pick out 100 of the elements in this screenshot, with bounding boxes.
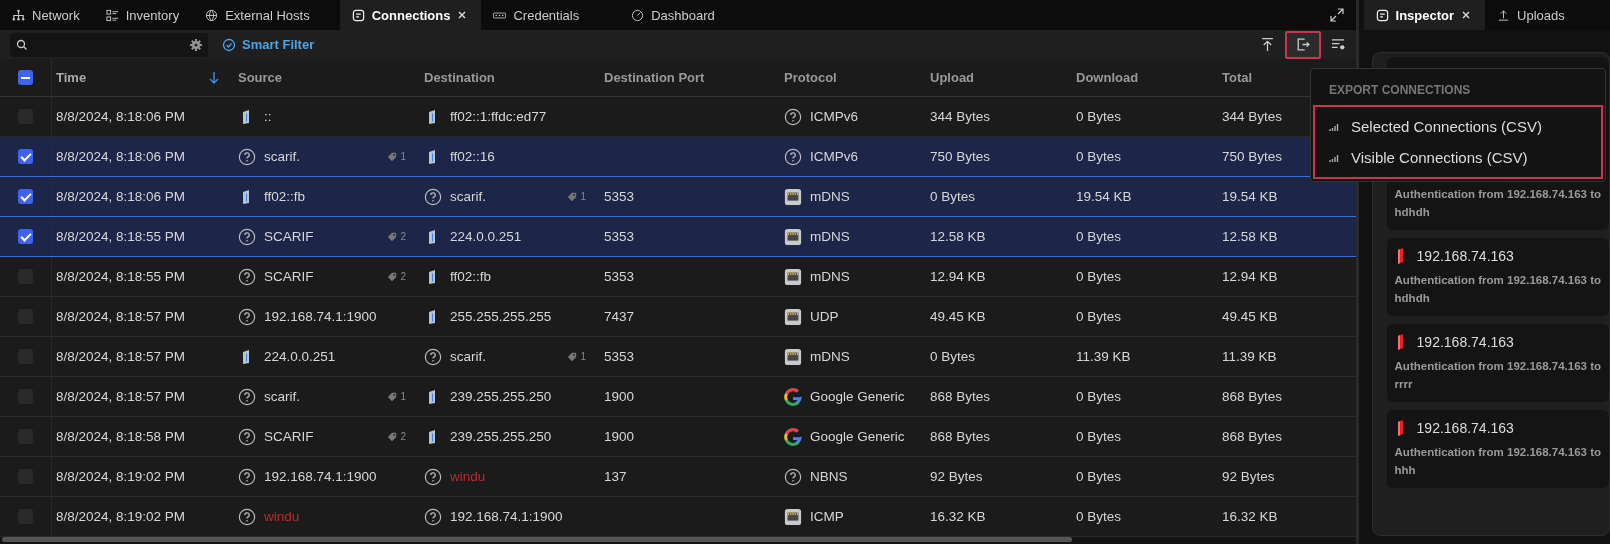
card-title: 192.168.74.163 bbox=[1416, 420, 1514, 436]
host-name: scarif. bbox=[264, 389, 301, 405]
export-button[interactable] bbox=[1284, 30, 1321, 59]
network-port-icon bbox=[784, 227, 802, 246]
table-cell: mDNS bbox=[810, 189, 850, 205]
google-g-icon bbox=[784, 427, 802, 446]
column-header[interactable]: Upload bbox=[930, 70, 975, 86]
tag-count: 1 bbox=[387, 151, 406, 163]
table-cell: 137 bbox=[604, 469, 627, 485]
table-cell: ICMPv6 bbox=[810, 149, 858, 165]
device-icon bbox=[427, 228, 437, 245]
tab[interactable]: Connections bbox=[339, 0, 482, 30]
gauge-icon bbox=[631, 8, 645, 22]
table-cell: 1900 bbox=[604, 389, 635, 405]
network-port-icon bbox=[784, 307, 802, 326]
host-name: :: bbox=[264, 109, 273, 125]
tab[interactable]: Inspector bbox=[1363, 0, 1486, 30]
table-cell: 8/8/2024, 8:18:57 PM bbox=[56, 349, 186, 365]
device-icon bbox=[427, 308, 437, 325]
question-icon bbox=[424, 347, 442, 366]
tab[interactable]: Credentials bbox=[481, 0, 620, 30]
question-icon bbox=[238, 427, 256, 446]
network-icon bbox=[12, 8, 25, 22]
tab[interactable]: Uploads bbox=[1485, 0, 1579, 30]
settings-icon[interactable] bbox=[190, 38, 202, 51]
device-icon bbox=[241, 348, 251, 365]
tag-count: 2 bbox=[387, 431, 406, 443]
menu-item[interactable]: Visible Connections (CSV) bbox=[1315, 142, 1601, 173]
device-icon bbox=[241, 108, 251, 125]
card-text: Authentication from 192.168.74.163 to bbox=[1394, 273, 1601, 288]
export-icon bbox=[1295, 37, 1311, 53]
table-cell: 12.58 KB bbox=[930, 229, 986, 245]
table-cell: 12.58 KB bbox=[1222, 229, 1278, 245]
scrollbar-thumb[interactable] bbox=[2, 537, 1072, 543]
column-header[interactable]: Source bbox=[238, 70, 283, 86]
tab[interactable]: External Hosts bbox=[193, 0, 340, 30]
table-cell: 8/8/2024, 8:18:57 PM bbox=[56, 309, 186, 325]
tag-count: 1 bbox=[387, 391, 406, 403]
google-g-icon bbox=[784, 387, 802, 406]
column-header[interactable]: Time bbox=[56, 70, 87, 86]
card-title: 192.168.74.163 bbox=[1416, 248, 1514, 264]
row-checkbox[interactable] bbox=[18, 229, 33, 245]
host-name: 192.168.74.1:1900 bbox=[450, 509, 564, 525]
table-cell: Google Generic bbox=[810, 429, 905, 445]
device-icon bbox=[427, 428, 437, 445]
table-cell: 0 Bytes bbox=[1076, 509, 1122, 525]
tag-count: 1 bbox=[567, 351, 586, 363]
network-port-icon bbox=[784, 507, 802, 526]
globe-icon bbox=[205, 8, 219, 22]
tab[interactable]: Dashboard bbox=[619, 0, 729, 30]
table-cell: 5353 bbox=[604, 269, 635, 285]
table-cell: mDNS bbox=[810, 229, 850, 245]
table-cell: 0 Bytes bbox=[1076, 109, 1122, 125]
host-name: scarif. bbox=[264, 149, 301, 165]
list-icon bbox=[105, 8, 119, 22]
table-cell: ICMPv6 bbox=[810, 109, 858, 125]
table-cell: 8/8/2024, 8:18:55 PM bbox=[56, 229, 186, 245]
column-header[interactable]: Destination Port bbox=[604, 70, 705, 86]
sort-descending-icon[interactable] bbox=[208, 70, 220, 85]
tab[interactable]: Inventory bbox=[93, 0, 194, 30]
table-cell: 0 Bytes bbox=[1076, 429, 1122, 445]
table-cell: 19.54 KB bbox=[1222, 189, 1278, 205]
column-header[interactable]: Destination bbox=[424, 70, 495, 86]
select-all-checkbox[interactable] bbox=[18, 70, 33, 86]
table-cell: 5353 bbox=[604, 349, 635, 365]
table-cell: NBNS bbox=[810, 469, 848, 485]
close-icon[interactable] bbox=[1461, 10, 1472, 20]
smart-filter-button[interactable]: Smart Filter bbox=[218, 37, 319, 53]
search-icon bbox=[16, 38, 28, 51]
column-header[interactable]: Total bbox=[1222, 70, 1253, 86]
row-checkbox[interactable] bbox=[18, 149, 33, 165]
row-checkbox[interactable] bbox=[18, 189, 33, 205]
table-cell: 11.39 KB bbox=[1222, 349, 1277, 365]
host-name: scarif. bbox=[450, 349, 487, 365]
question-icon bbox=[238, 467, 256, 486]
table-cell: 0 Bytes bbox=[930, 189, 976, 205]
question-icon bbox=[238, 387, 256, 406]
table-cell: 16.32 KB bbox=[1222, 509, 1278, 525]
table-cell: 750 Bytes bbox=[930, 149, 991, 165]
menu-item[interactable]: Selected Connections (CSV) bbox=[1315, 111, 1601, 142]
question-icon bbox=[784, 107, 802, 126]
search-field[interactable] bbox=[10, 32, 208, 57]
column-header[interactable]: Download bbox=[1076, 70, 1139, 86]
table-cell: 8/8/2024, 8:18:06 PM bbox=[56, 109, 186, 125]
expand-icon[interactable] bbox=[1329, 8, 1344, 22]
close-icon[interactable] bbox=[457, 10, 468, 20]
device-icon bbox=[427, 148, 437, 165]
table-cell: 0 Bytes bbox=[930, 349, 976, 365]
table-cell: 92 Bytes bbox=[1222, 469, 1275, 485]
column-header[interactable]: Protocol bbox=[784, 70, 837, 86]
table-cell: 0 Bytes bbox=[1076, 269, 1122, 285]
scroll-to-top-icon[interactable] bbox=[1259, 37, 1275, 53]
table-cell: 8/8/2024, 8:18:58 PM bbox=[56, 429, 186, 445]
host-name: SCARIF bbox=[264, 269, 315, 285]
table-cell: 5353 bbox=[604, 189, 635, 205]
table-cell: mDNS bbox=[810, 349, 850, 365]
tab[interactable]: Network bbox=[0, 0, 94, 30]
table-cell: 49.45 KB bbox=[930, 309, 986, 325]
table-cell: 0 Bytes bbox=[1076, 389, 1122, 405]
table-cell: 0 Bytes bbox=[1076, 309, 1122, 325]
